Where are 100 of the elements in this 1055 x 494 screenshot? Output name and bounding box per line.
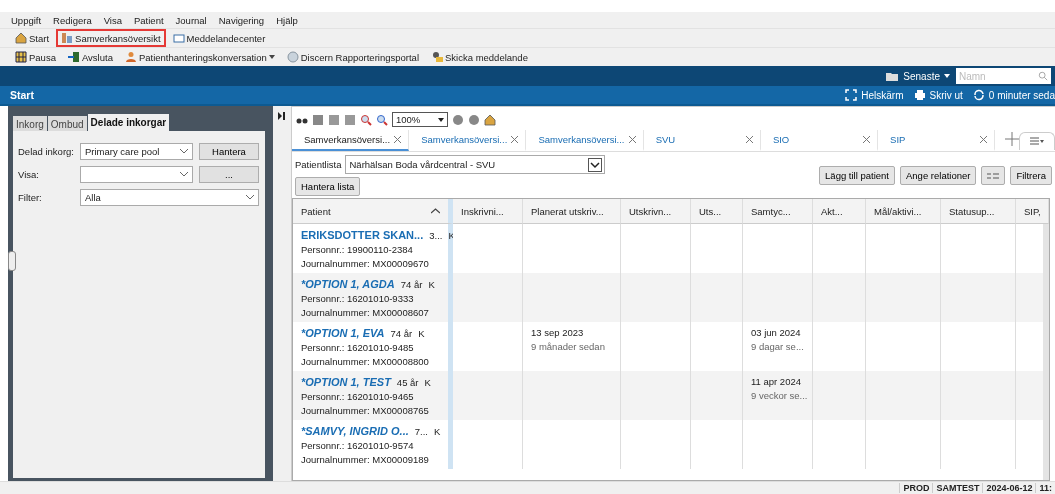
menu-item[interactable]: Journal [175,14,207,26]
patient-sex: K [418,327,425,339]
panel-button[interactable]: Hantera [199,143,259,160]
date-text: 03 jun 2024 [751,327,802,338]
chevron-down-icon [588,157,603,172]
column-header[interactable]: Uts... [691,199,743,224]
column-header[interactable]: Statusup... [941,199,1016,224]
patient-sex: K [434,425,441,437]
filter-button[interactable]: Filtrera [1010,166,1052,185]
collapse-icon[interactable] [278,112,286,120]
action-button[interactable]: Lägg till patient [819,166,895,185]
document-tab[interactable]: Samverkansöversi... [526,130,644,151]
tab-menu-button[interactable] [1019,131,1055,150]
toolbar-button[interactable]: Discern Rapporteringsportal [281,48,424,66]
dropdown-field[interactable]: Alla [80,189,259,206]
menu-item[interactable]: Patient [134,14,164,26]
page-title: Start [10,89,34,101]
column-header[interactable]: Planerat utskriv... [523,199,621,224]
column-header[interactable]: Patient [293,199,453,224]
action-button[interactable]: Ange relationer [900,166,977,185]
patient-age: 45 år [396,376,419,388]
panel-button[interactable]: ... [199,166,259,183]
menu-item[interactable]: Hjälp [276,14,298,26]
close-icon[interactable] [979,135,989,144]
close-icon[interactable] [744,135,754,144]
panel-tab[interactable]: Ombud [47,116,87,131]
dropdown-field[interactable]: Primary care pool [80,143,193,160]
column-header[interactable]: Samtyc... [743,199,813,224]
close-icon[interactable] [862,135,872,144]
relative-time: 9 månader sedan [531,341,606,352]
table-cell [621,371,691,420]
printer-icon [913,89,926,101]
toolbar-button[interactable]: Avsluta [62,48,118,66]
journal-number: Journalnummer: MX00008765 [301,405,430,416]
patient-cell[interactable]: *OPTION 1, AGDA 74 år K Personnr.: 16201010-9333 Journalnummer: MX00008607 [293,273,453,322]
patient-name[interactable]: ERIKSDOTTER SKAN... [301,229,424,241]
header-action[interactable]: 0 minuter seda [972,89,1055,101]
menu-item[interactable]: Visa [103,14,122,26]
patient-name[interactable]: *SAMVY, INGRID O... [301,425,409,437]
document-tab[interactable]: SVU [643,130,761,151]
panel-tab[interactable]: Delade inkorgar [87,114,170,131]
dropdown-field[interactable] [80,166,193,183]
patient-name[interactable]: *OPTION 1, EVA [301,327,385,339]
panel-tab[interactable]: Inkorg [13,116,47,131]
chevron-down-icon [180,149,188,154]
column-header[interactable]: Mål/aktivi... [866,199,941,224]
door-icon [67,51,80,63]
personal-number: Personnr.: 19900110-2384 [301,244,414,255]
header-action[interactable]: Helskärm [845,89,904,101]
table-cell [691,273,743,322]
document-tab[interactable]: SIP [878,130,996,151]
close-icon[interactable] [627,135,637,144]
personal-number: Personnr.: 16201010-9333 [301,293,415,304]
menu-item[interactable]: Redigera [53,14,92,26]
toolbar-button[interactable]: Pausa [10,48,61,66]
column-header[interactable]: SIP, [1016,199,1049,224]
patient-age: 7... [414,425,428,437]
column-header[interactable]: Inskrivni... [453,199,523,224]
settings-button[interactable] [981,166,1006,185]
journal-number: Journalnummer: MX00009189 [301,454,430,465]
menu-item[interactable]: Uppgift [11,14,42,26]
manage-list-button[interactable]: Hantera lista [295,177,361,196]
zoom-select[interactable]: 100% [392,112,448,127]
toolbar-button[interactable]: Samverkansöversikt [56,29,166,47]
zoom-out-icon [360,113,372,126]
search-field[interactable]: Namn [956,68,1051,84]
patient-name[interactable]: *OPTION 1, TEST [301,376,391,388]
toolbar-button[interactable]: Skicka meddelande [426,48,533,66]
scrollbar[interactable] [1043,224,1049,480]
patient-age: 74 år [400,278,423,290]
status-item: 2024-06-12 [982,483,1036,493]
personal-number: Personnr.: 16201010-9574 [301,440,415,451]
relative-time: 9 dagar se... [751,341,804,352]
close-icon[interactable] [393,135,403,144]
column-header[interactable]: Utskrivn... [621,199,691,224]
close-icon[interactable] [510,135,520,144]
globe-icon [286,51,299,63]
house-icon [15,32,27,44]
toolbar-button[interactable]: Start [10,29,55,47]
person-mail-icon [431,51,443,63]
field-label: Visa: [18,169,40,180]
recent-button[interactable]: Senaste [885,70,950,82]
column-header[interactable]: Akt... [813,199,866,224]
status-item: PROD [899,483,933,493]
header-action[interactable]: Skriv ut [913,89,963,101]
dropdown-field[interactable]: Närhälsan Boda vårdcentral - SVU [345,155,606,174]
document-tab[interactable]: SIO [760,130,879,151]
document-tab[interactable]: Samverkansöversi... [409,130,527,151]
document-tab[interactable]: Samverkansöversi... [292,130,410,151]
menu-item[interactable]: Navigering [218,14,265,26]
patient-cell[interactable]: *OPTION 1, TEST 45 år K Personnr.: 16201010-9465 Journalnummer: MX00008765 [293,371,453,420]
toolbar-button[interactable]: Meddelandecenter [167,29,271,47]
date-text: 13 sep 2023 [531,327,585,338]
patient-name[interactable]: *OPTION 1, AGDA [301,278,395,290]
toolbar-button[interactable]: Patienthanteringskonversation [119,48,280,66]
chevron-down-icon [180,172,188,177]
search-icon [1038,71,1048,81]
person-icon [124,51,137,63]
circle-icon [452,113,464,126]
folder-icon [885,70,900,82]
